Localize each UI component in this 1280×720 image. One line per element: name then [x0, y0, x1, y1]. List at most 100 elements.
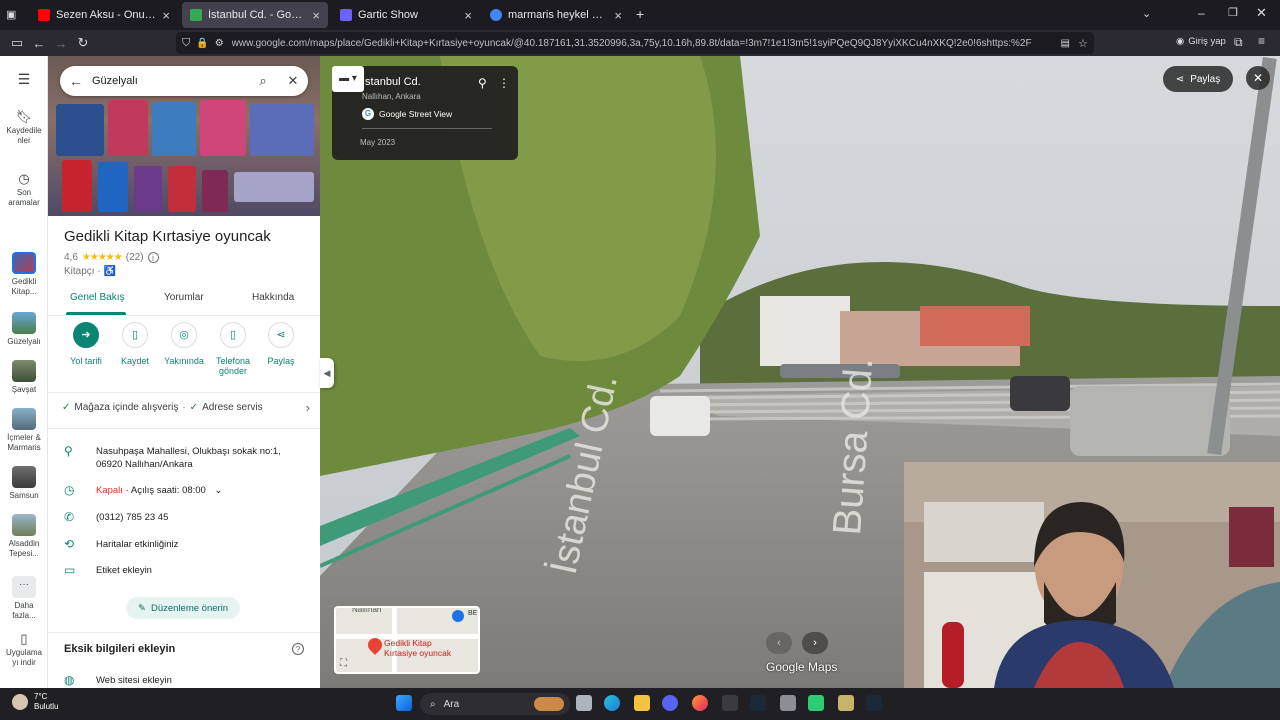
info-icon[interactable]: i [147, 252, 159, 263]
tab-sezen-aksu[interactable]: Sezen Aksu - Onu Alma Beni Al × [30, 2, 178, 28]
rail-item-download-app[interactable]: ▯ Uygulama yı indir [0, 632, 48, 668]
steam-icon[interactable] [750, 695, 766, 711]
signin-button[interactable]: ◉ Giriş yap [1176, 36, 1226, 47]
reader-icon[interactable]: ▤ [1061, 38, 1070, 49]
nearby-icon: ◎ [171, 322, 197, 348]
save-button[interactable]: ▯ Kaydet [107, 322, 163, 366]
temperature: 7°C [34, 692, 48, 701]
street-view-share-button[interactable]: ⋖ Paylaş [1163, 66, 1233, 92]
sidebar-toggle-icon[interactable]: ▭ [6, 35, 28, 51]
clear-search-icon[interactable]: ✕ [278, 73, 308, 89]
keyboard-shortcuts-icon[interactable]: ▬ ▾ [332, 66, 364, 92]
rail-item-savsat[interactable]: Şavşat [0, 360, 48, 395]
close-tab-icon[interactable]: × [614, 8, 622, 23]
previous-arrow-icon[interactable]: ‹ [766, 632, 792, 654]
address-row[interactable]: ⚲ Nasuhpaşa Mahallesi, Olukbaşı sokak no… [64, 445, 296, 471]
forward-icon[interactable]: → [50, 36, 72, 51]
app-icon[interactable] [808, 695, 824, 711]
pegman-icon[interactable] [452, 610, 464, 622]
close-street-view-button[interactable]: ✕ [1246, 66, 1270, 90]
back-arrow-icon[interactable]: ← [60, 73, 92, 89]
file-explorer-icon[interactable] [634, 695, 650, 711]
service-delivery: Adrese servis [202, 402, 263, 413]
expand-map-icon[interactable]: ⛶ [340, 658, 347, 669]
lock-icon[interactable]: 🔒 [196, 38, 208, 49]
windows-start-icon[interactable] [396, 695, 412, 711]
chevron-down-icon[interactable]: ⌄ [214, 485, 222, 496]
opening-time: · Açılış saati: 08:00 [122, 485, 206, 496]
next-arrow-icon[interactable]: › [802, 632, 828, 654]
url-text[interactable]: www.google.com/maps/place/Gedikli+Kitap+… [232, 38, 1032, 49]
back-icon[interactable]: ← [28, 36, 50, 51]
search-box[interactable]: ← Güzelyalı ⌕ ✕ [60, 66, 308, 96]
menu-icon[interactable]: ≡ [1258, 34, 1265, 48]
rail-item-recent[interactable]: ◷ Son aramalar [0, 172, 48, 208]
tab-marmaris-search[interactable]: marmaris heykel deniz içinde - × [482, 2, 630, 28]
action-label: Yakınında [164, 356, 204, 366]
rail-item-samsun[interactable]: Samsun [0, 466, 48, 501]
reload-icon[interactable]: ↻ [72, 35, 94, 51]
chevron-right-icon[interactable]: › [306, 400, 310, 415]
rail-item-guzelyali[interactable]: Güzelyalı [0, 312, 48, 347]
service-options[interactable]: ✓ Mağaza içinde alışveriş · ✓ Adrese ser… [62, 400, 310, 415]
restore-icon[interactable]: ❐ [1228, 6, 1238, 19]
capture-date[interactable]: May 2023 [360, 138, 395, 147]
nearby-button[interactable]: ◎ Yakınında [156, 322, 212, 366]
url-bar[interactable]: ⛉ 🔒 ⚙ www.google.com/maps/place/Gedikli+… [176, 32, 1094, 54]
tab-overview-icon[interactable]: ▣ [6, 8, 16, 21]
app-icon[interactable] [838, 695, 854, 711]
discord-icon[interactable] [662, 695, 678, 711]
tab-about[interactable]: Hakkında [252, 292, 294, 303]
tab-google-maps[interactable]: İstanbul Cd. - Google Haritalar × [182, 2, 328, 28]
edge-icon[interactable] [604, 695, 620, 711]
weather-widget[interactable]: 7°C Bulutlu [12, 692, 58, 712]
app-icon[interactable] [780, 695, 796, 711]
rail-item-more[interactable]: ··· Daha fazla... [0, 576, 48, 621]
close-tab-icon[interactable]: × [312, 8, 320, 23]
suggest-edit-button[interactable]: ✎ Düzenleme önerin [126, 597, 241, 619]
hamburger-menu-icon[interactable]: ☰ [0, 72, 48, 86]
minimize-icon[interactable]: – [1198, 6, 1205, 20]
rail-item-icmeler[interactable]: İçmeler & Marmaris [0, 408, 48, 453]
bookmark-star-icon[interactable]: ☆ [1078, 37, 1088, 50]
extensions-icon[interactable]: ⧉ [1234, 35, 1243, 50]
hours-row[interactable]: ◷ Kapalı · Açılış saati: 08:00 ⌄ [64, 484, 296, 497]
search-input[interactable]: Güzelyalı [92, 75, 248, 87]
phone-row[interactable]: ✆ (0312) 785 23 45 [64, 511, 296, 524]
tab-list-chevron-icon[interactable]: ⌄ [1142, 7, 1151, 20]
rail-item-saved[interactable]: 🔖︎ Kaydedile nler [0, 110, 48, 146]
close-tab-icon[interactable]: × [162, 8, 170, 23]
place-category[interactable]: Kitapçı · ♿ [64, 266, 116, 277]
rail-item-gedikli[interactable]: Gedikli Kitap... [0, 252, 48, 297]
review-count[interactable]: (22) [126, 252, 144, 263]
steam-icon[interactable] [866, 695, 882, 711]
directions-button[interactable]: ➜ Yol tarifi [58, 322, 114, 366]
more-vert-icon[interactable]: ⋮ [498, 76, 510, 90]
close-tab-icon[interactable]: × [464, 8, 472, 23]
rail-item-alsaddin[interactable]: Alsaddin Tepesi... [0, 514, 48, 559]
firefox-icon[interactable] [692, 695, 708, 711]
webcam-overlay [904, 462, 1280, 688]
taskbar-search[interactable]: ⌕ Ara [420, 693, 570, 715]
tab-overview[interactable]: Genel Bakış [70, 292, 124, 303]
permissions-icon[interactable]: ⚙ [215, 38, 224, 49]
search-icon[interactable]: ⌕ [248, 73, 278, 89]
search-icon: ⌕ [430, 698, 436, 710]
divider [48, 632, 320, 633]
add-label-row[interactable]: ▭ Etiket ekleyin [64, 564, 296, 577]
tab-gartic-show[interactable]: Gartic Show × [332, 2, 480, 28]
minimap[interactable]: Nallıhan Gedikli Kitap Kırtasiye oyuncak… [334, 606, 480, 674]
new-tab-icon[interactable]: + [636, 6, 644, 22]
add-website-row[interactable]: ◍ Web sitesi ekleyin [64, 674, 296, 687]
activity-row[interactable]: ⟲ Haritalar etkinliğiniz [64, 538, 296, 551]
collapse-panel-button[interactable]: ◀ [320, 358, 334, 388]
task-view-icon[interactable] [576, 695, 592, 711]
help-icon[interactable]: ? [292, 643, 304, 655]
shield-icon[interactable]: ⛉ [182, 37, 190, 50]
share-button[interactable]: ⋖ Paylaş [253, 322, 309, 366]
location-pin-icon[interactable]: ⚲ [478, 76, 487, 90]
window-close-icon[interactable]: ✕ [1256, 5, 1267, 21]
app-icon[interactable] [722, 695, 738, 711]
place-tabs: Genel Bakış Yorumlar Hakkında [48, 286, 320, 316]
tab-reviews[interactable]: Yorumlar [164, 292, 204, 303]
